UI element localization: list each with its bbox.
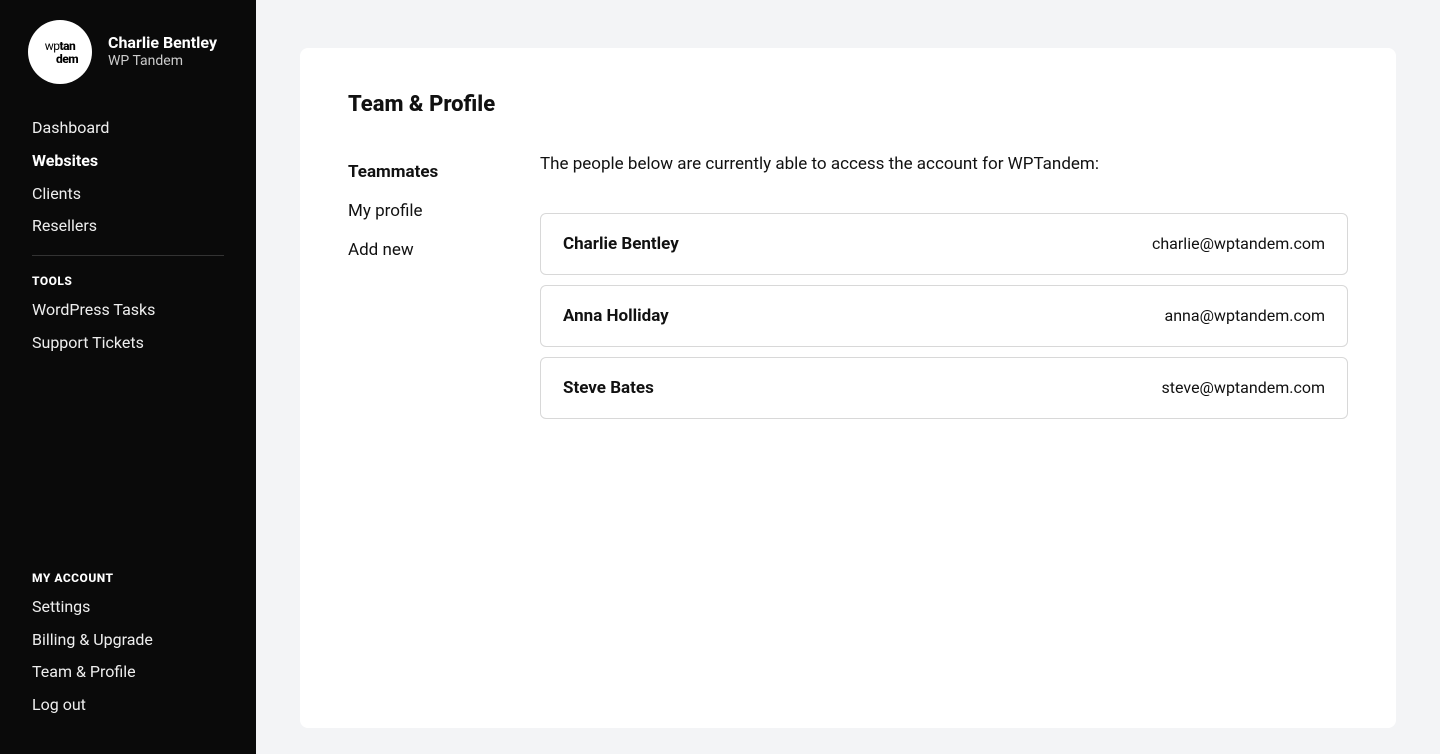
subnav-item-add-new[interactable]: Add new [348,231,508,270]
subnav-item-teammates[interactable]: Teammates [348,153,508,192]
teammate-email: charlie@wptandem.com [1152,234,1325,253]
teammate-row[interactable]: Anna Holliday anna@wptandem.com [540,285,1348,347]
user-name: Charlie Bentley [108,33,217,52]
sidebar-item-dashboard[interactable]: Dashboard [32,112,224,145]
nav-tools: WordPress Tasks Support Tickets [0,294,256,360]
teammate-row[interactable]: Steve Bates steve@wptandem.com [540,357,1348,419]
content-body: The people below are currently able to a… [540,153,1348,429]
teammate-name: Steve Bates [563,378,654,398]
sidebar-item-resellers[interactable]: Resellers [32,210,224,243]
sidebar-item-wordpress-tasks[interactable]: WordPress Tasks [32,294,224,327]
user-block: Charlie Bentley WP Tandem [108,33,217,72]
sidebar-item-team-profile[interactable]: Team & Profile [32,656,224,689]
nav-heading-account: MY ACCOUNT [0,565,256,591]
sidebar-item-logout[interactable]: Log out [32,689,224,722]
sidebar-item-billing[interactable]: Billing & Upgrade [32,624,224,657]
subnav-item-my-profile[interactable]: My profile [348,192,508,231]
nav-divider [32,255,224,256]
content-card: Team & Profile Teammates My profile Add … [300,48,1396,728]
logo-text-line2: dem [56,53,78,65]
nav-heading-tools: TOOLS [0,268,256,294]
teammate-row[interactable]: Charlie Bentley charlie@wptandem.com [540,213,1348,275]
teammate-name: Anna Holliday [563,306,669,326]
sidebar-header: wptan dem Charlie Bentley WP Tandem [0,20,256,84]
subnav: Teammates My profile Add new [348,153,508,429]
page-title: Team & Profile [348,92,1348,117]
logo-icon: wptan dem [28,20,92,84]
nav-main: Dashboard Websites Clients Resellers [0,112,256,243]
teammate-name: Charlie Bentley [563,234,679,254]
teammate-email: anna@wptandem.com [1164,306,1325,325]
sidebar-item-websites[interactable]: Websites [32,145,224,178]
sidebar-item-support-tickets[interactable]: Support Tickets [32,327,224,360]
nav-account: Settings Billing & Upgrade Team & Profil… [0,591,256,734]
sidebar: wptan dem Charlie Bentley WP Tandem Dash… [0,0,256,754]
sidebar-item-clients[interactable]: Clients [32,178,224,211]
main: Team & Profile Teammates My profile Add … [256,0,1440,754]
sidebar-item-settings[interactable]: Settings [32,591,224,624]
logo-text-bold: tan [60,39,76,53]
logo-text-prefix: wp [45,39,60,53]
teammate-email: steve@wptandem.com [1162,378,1325,397]
intro-text: The people below are currently able to a… [540,153,1348,177]
user-org: WP Tandem [108,52,217,72]
content-row: Teammates My profile Add new The people … [348,153,1348,429]
